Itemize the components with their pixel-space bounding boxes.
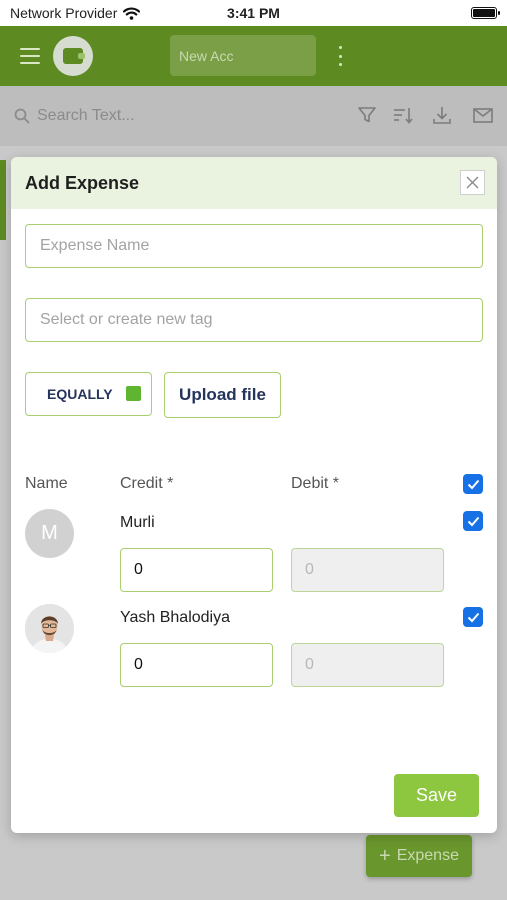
wallet-icon [63, 48, 85, 64]
plus-icon: + [379, 845, 391, 867]
dialog-header: Add Expense [11, 157, 497, 209]
mail-icon[interactable] [472, 104, 494, 126]
member-name: Murli [120, 514, 155, 531]
split-equally-indicator [126, 386, 141, 401]
avatar: M [25, 509, 74, 558]
member-checkbox[interactable] [463, 607, 483, 627]
credit-input[interactable]: 0 [120, 643, 273, 687]
tag-field[interactable] [25, 298, 483, 342]
search-bar: Search Text... [0, 86, 507, 146]
profile-photo [25, 604, 74, 653]
close-button[interactable] [460, 170, 485, 195]
member-checkbox[interactable] [463, 511, 483, 531]
column-header-name: Name [25, 475, 68, 492]
carrier-label: Network Provider [10, 5, 118, 21]
split-equally-toggle[interactable]: EQUALLY [25, 372, 152, 416]
checkmark-icon [467, 612, 479, 622]
download-icon[interactable] [431, 104, 453, 126]
battery-icon [471, 7, 500, 19]
search-input[interactable]: Search Text... [37, 107, 135, 125]
filter-icon[interactable] [356, 104, 378, 126]
checkmark-icon [467, 516, 479, 526]
hamburger-menu-icon[interactable] [20, 48, 40, 64]
app-logo [53, 36, 93, 76]
debit-input: 0 [291, 643, 444, 687]
save-button[interactable]: Save [394, 774, 479, 817]
avatar [25, 604, 74, 653]
split-mode-label: EQUALLY [47, 386, 113, 402]
upload-file-button[interactable]: Upload file [164, 372, 281, 418]
credit-input[interactable]: 0 [120, 548, 273, 592]
add-expense-dialog: Add Expense EQUALLY Upload file Name Cre… [11, 157, 497, 833]
column-header-debit: Debit * [291, 475, 340, 492]
more-options-icon[interactable] [336, 46, 344, 66]
close-icon [466, 176, 479, 189]
checkmark-icon [467, 479, 479, 489]
dialog-title: Add Expense [25, 173, 140, 193]
side-accent [0, 160, 6, 240]
add-expense-fab[interactable]: + Expense [366, 835, 472, 877]
fab-label: Expense [396, 847, 459, 864]
app-bar: New Acc [0, 26, 507, 86]
select-all-checkbox[interactable] [463, 474, 483, 494]
status-bar: Network Provider 3:41 PM [0, 0, 507, 26]
search-icon [14, 108, 30, 124]
wifi-icon [123, 6, 141, 20]
debit-input: 0 [291, 548, 444, 592]
sort-icon[interactable] [392, 104, 414, 126]
expense-name-input[interactable] [40, 237, 482, 255]
account-selector[interactable]: New Acc [170, 35, 316, 76]
member-name: Yash Bhalodiya [120, 609, 230, 626]
tag-input[interactable] [40, 311, 482, 329]
column-header-credit: Credit * [120, 475, 174, 492]
expense-name-field[interactable] [25, 224, 483, 268]
status-left: Network Provider [10, 5, 141, 21]
